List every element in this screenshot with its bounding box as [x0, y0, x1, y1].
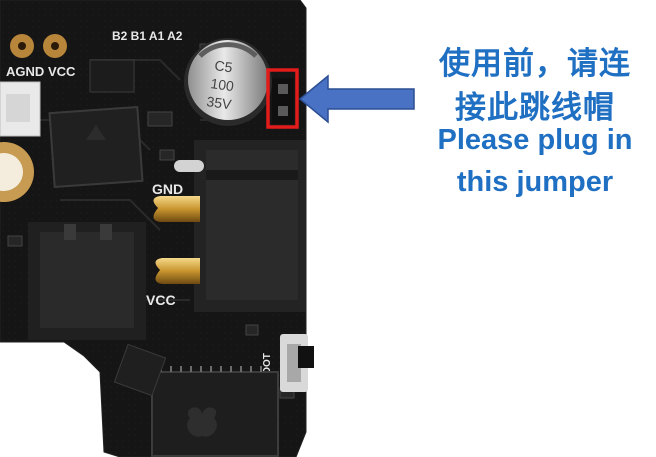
annotation-line-en-2: this jumper: [456, 166, 614, 198]
annotation-line-en-1: Please plug in: [437, 124, 633, 156]
gold-terminal-2: [155, 258, 200, 284]
silk-agnd: AGND: [6, 64, 44, 79]
boot-switch: [280, 334, 314, 392]
jumper-pins: [272, 78, 294, 124]
silk-vcc-lower: VCC: [146, 292, 176, 308]
black-connector-left: [28, 222, 146, 340]
black-connector: [194, 140, 306, 312]
arrow-icon: [298, 74, 415, 124]
silk-vcc-top: VCC: [48, 64, 76, 79]
cap-label-2: 100: [210, 75, 236, 94]
chip-main: [151, 366, 279, 457]
gold-pad-2: [43, 34, 67, 58]
wire-lead: [174, 160, 204, 172]
chip-upper: [48, 105, 144, 189]
silk-top-pins: B2 B1 A1 A2: [112, 29, 183, 43]
gold-pad-1: [10, 34, 34, 58]
small-ic: [89, 59, 135, 93]
cap-label-1: C5: [214, 57, 234, 75]
annotation-line-cn-2: 接此跳线帽: [455, 90, 615, 125]
silk-gnd: GND: [152, 181, 183, 197]
gold-terminal-1: [153, 196, 200, 222]
annotation-line-cn-1: 使用前，请连: [439, 46, 631, 81]
